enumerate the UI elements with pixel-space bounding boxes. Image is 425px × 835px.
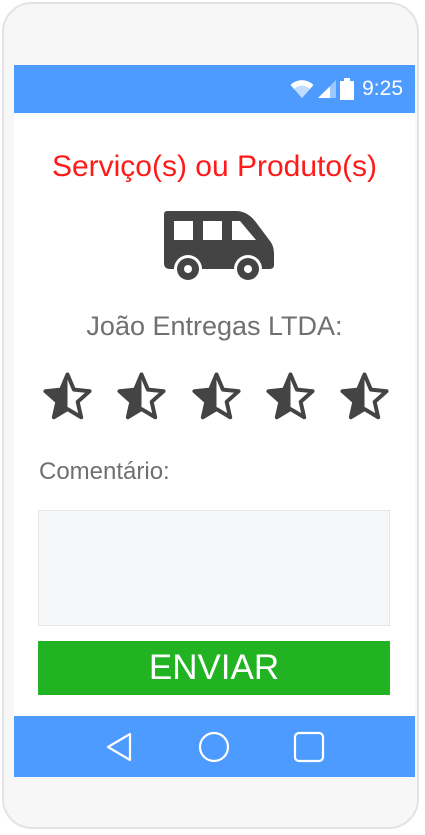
company-name: João Entregas LTDA: (86, 311, 343, 341)
status-bar: 9:25 (14, 65, 415, 113)
comment-label: Comentário: (39, 458, 170, 485)
half-star-icon[interactable] (41, 370, 94, 423)
wifi-icon (290, 79, 314, 99)
nav-bar (14, 716, 415, 777)
phone-frame: 9:25 Serviço(s) ou Produto(s) João Entre… (2, 2, 419, 829)
half-star-icon[interactable] (338, 370, 391, 423)
home-icon[interactable] (197, 730, 231, 764)
screen: 9:25 Serviço(s) ou Produto(s) João Entre… (14, 65, 415, 777)
recents-icon[interactable] (292, 730, 326, 764)
page-title: Serviço(s) ou Produto(s) (51, 150, 378, 183)
half-star-icon[interactable] (264, 370, 317, 423)
battery-icon (340, 78, 355, 100)
half-star-icon[interactable] (115, 370, 168, 423)
comment-field[interactable] (38, 510, 390, 626)
back-icon[interactable] (103, 730, 137, 764)
van-icon (164, 211, 276, 283)
half-star-icon[interactable] (190, 370, 243, 423)
submit-button[interactable]: ENVIAR (38, 641, 390, 695)
status-time: 9:25 (362, 77, 403, 100)
rating-stars (41, 370, 391, 426)
signal-icon (318, 79, 337, 99)
